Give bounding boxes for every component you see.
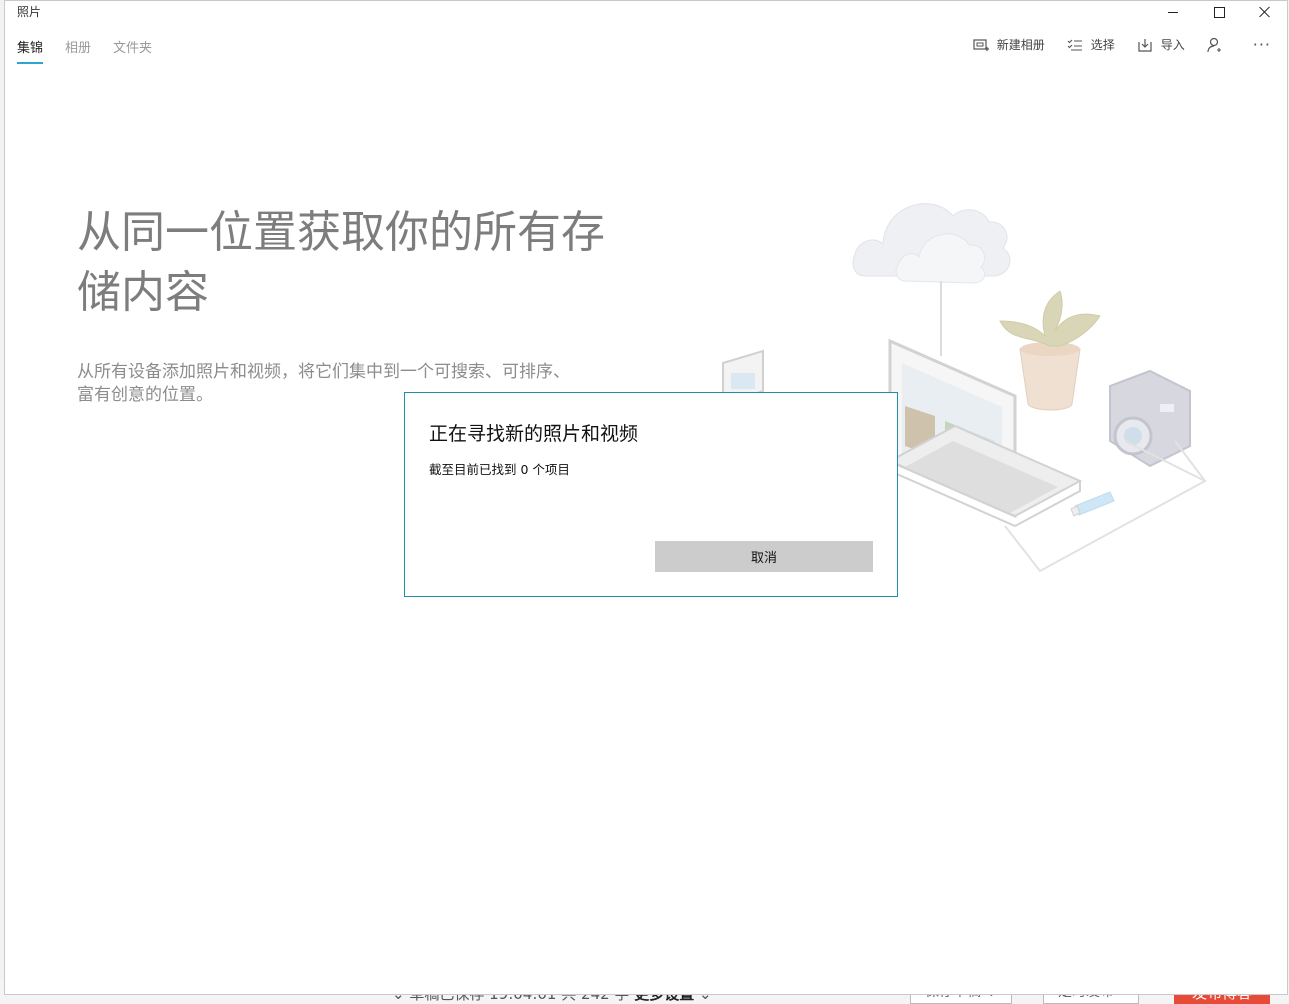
more-options-button[interactable]: ···	[1253, 35, 1271, 54]
close-button[interactable]	[1242, 1, 1288, 23]
titlebar: 照片	[5, 1, 1287, 23]
import-label: 导入	[1160, 38, 1185, 52]
photos-window: 照片 集锦 相册 文件夹 新建相册 选择 导入 ··· 从同一位置获取你的所有存…	[4, 0, 1288, 995]
minimize-icon	[1168, 11, 1178, 13]
new-album-icon	[973, 38, 989, 51]
toolbar: 新建相册 选择 导入 ···	[951, 35, 1271, 54]
app-title: 照片	[17, 5, 42, 19]
select-label: 选择	[1090, 38, 1115, 52]
maximize-icon	[1213, 6, 1225, 18]
more-icon: ···	[1252, 35, 1271, 54]
new-album-label: 新建相册	[996, 38, 1045, 52]
finding-photos-dialog: 正在寻找新的照片和视频 截至目前已找到 0 个项目 取消	[404, 392, 898, 597]
tab-albums[interactable]: 相册	[65, 37, 91, 64]
tab-folders[interactable]: 文件夹	[113, 37, 152, 64]
close-icon	[1259, 6, 1271, 18]
plant-icon	[999, 290, 1101, 411]
dialog-title: 正在寻找新的照片和视频	[429, 423, 639, 445]
usb-drive-icon	[1070, 491, 1115, 517]
account-button[interactable]	[1207, 37, 1231, 53]
select-list-icon	[1067, 39, 1082, 51]
maximize-button[interactable]	[1196, 1, 1242, 23]
import-button[interactable]: 导入	[1137, 36, 1185, 53]
select-button[interactable]: 选择	[1067, 36, 1115, 53]
import-icon	[1138, 38, 1152, 52]
nav-tabs: 集锦 相册 文件夹	[17, 37, 174, 64]
dialog-message: 截至目前已找到 0 个项目	[429, 462, 570, 477]
cloud-icon	[852, 203, 1011, 284]
person-icon	[1207, 37, 1221, 52]
minimize-button[interactable]	[1150, 1, 1196, 23]
camera-icon	[1109, 369, 1191, 468]
new-album-button[interactable]: 新建相册	[973, 36, 1045, 53]
cancel-button[interactable]: 取消	[655, 541, 873, 572]
hero-headline: 从同一位置获取你的所有存储内容	[77, 207, 605, 318]
tab-collection[interactable]: 集锦	[17, 37, 44, 64]
